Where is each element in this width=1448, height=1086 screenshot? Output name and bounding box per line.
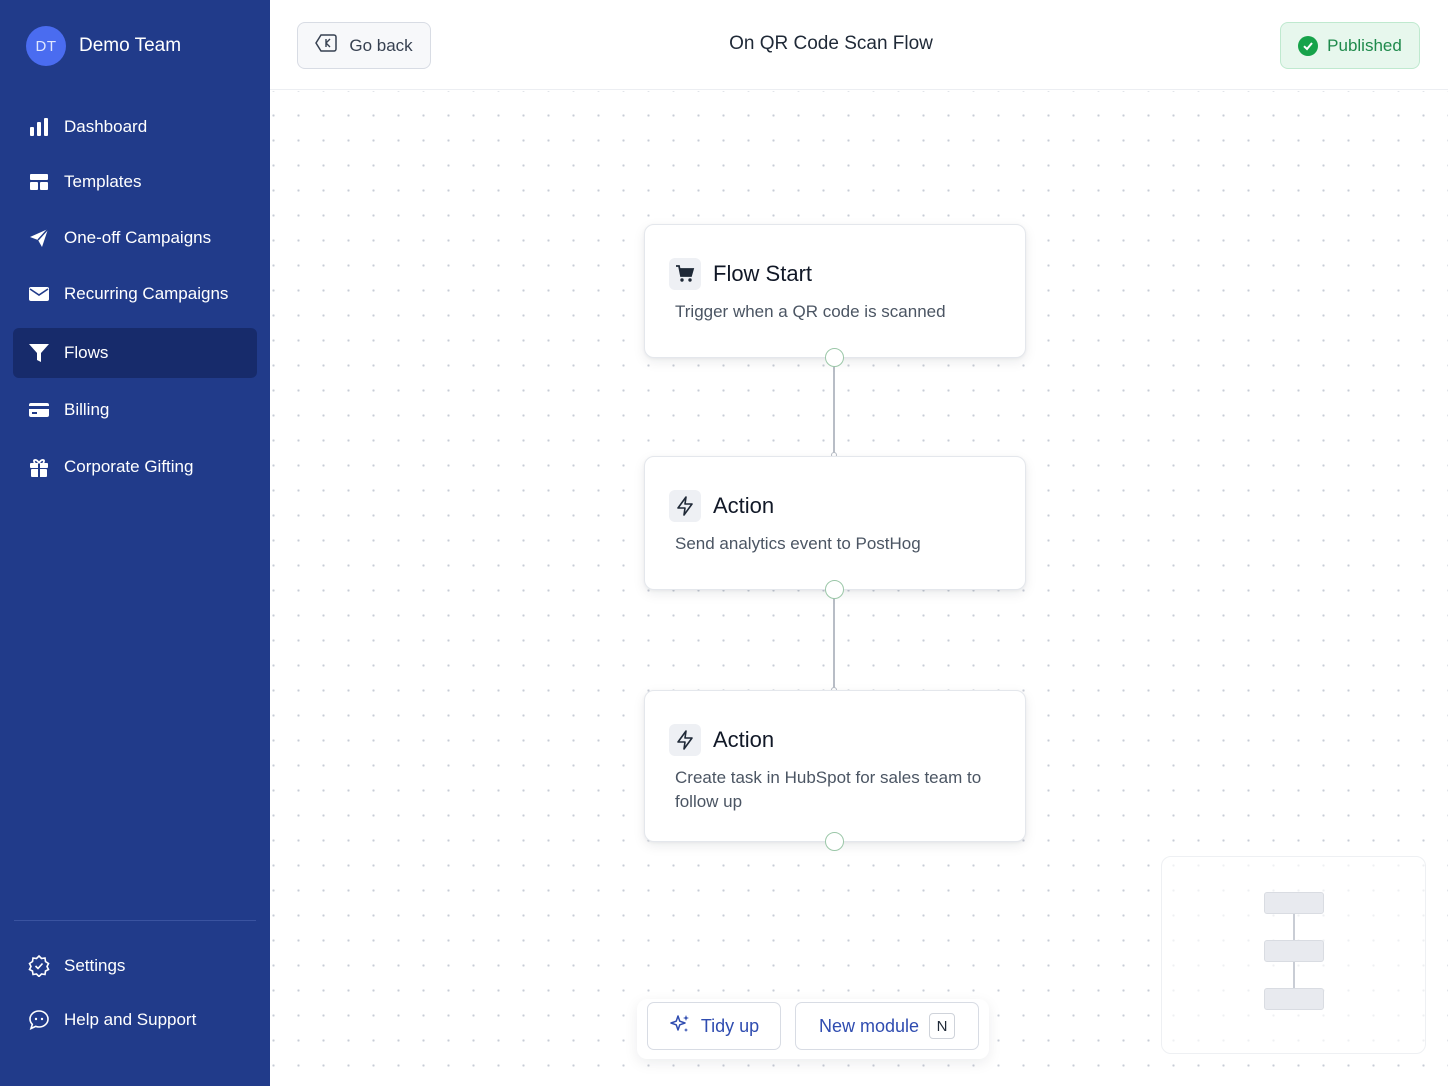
top-bar: Go back On QR Code Scan Flow Published: [270, 0, 1448, 90]
minimap-node: [1264, 940, 1324, 962]
node-output-handle[interactable]: [825, 832, 844, 851]
sidebar-item-label: Recurring Campaigns: [64, 284, 229, 303]
layout-icon: [28, 171, 50, 193]
minimap[interactable]: [1161, 856, 1426, 1054]
paper-plane-icon: [28, 227, 50, 249]
sidebar-item-label: Corporate Gifting: [64, 457, 194, 476]
sidebar-item-corporate-gifting[interactable]: Corporate Gifting: [13, 442, 257, 492]
status-label: Published: [1327, 35, 1402, 55]
node-connector: [833, 367, 835, 455]
sidebar-item-flows[interactable]: Flows: [13, 328, 257, 378]
credit-card-icon: [28, 399, 50, 421]
gear-badge-icon: [28, 955, 50, 977]
check-circle-icon: [1298, 35, 1319, 56]
sidebar-item-help-and-support[interactable]: Help and Support: [13, 995, 257, 1045]
flow-node-action[interactable]: Action Send analytics event to PostHog: [644, 456, 1026, 599]
tidy-up-label: Tidy up: [700, 1015, 760, 1036]
canvas-toolbar: Tidy up New module N: [637, 999, 989, 1059]
node-title: Action: [713, 727, 775, 752]
main-area: Go back On QR Code Scan Flow Published F…: [270, 0, 1448, 1086]
status-badge[interactable]: Published: [1280, 22, 1420, 69]
chat-bubble-icon: [28, 1009, 50, 1031]
node-header: Action: [669, 490, 774, 522]
lightning-icon: [669, 490, 701, 522]
node-output-handle[interactable]: [825, 348, 844, 367]
minimap-connector: [1293, 914, 1295, 940]
minimap-node: [1264, 988, 1324, 1010]
avatar: DT: [26, 26, 66, 66]
tidy-up-button[interactable]: Tidy up: [647, 1002, 781, 1050]
sidebar-item-templates[interactable]: Templates: [13, 157, 257, 207]
node-title: Action: [713, 493, 775, 518]
minimap-connector: [1293, 962, 1295, 988]
keyboard-shortcut: N: [929, 1013, 956, 1039]
gift-icon: [28, 456, 50, 478]
bar-chart-icon: [28, 116, 50, 138]
new-module-button[interactable]: New module N: [795, 1002, 979, 1050]
new-module-label: New module: [818, 1015, 920, 1036]
minimap-node: [1264, 892, 1324, 914]
funnel-icon: [28, 342, 50, 364]
team-switcher[interactable]: DT Demo Team: [26, 26, 181, 66]
cart-icon: [669, 258, 701, 290]
node-header: Flow Start: [669, 258, 812, 290]
lightning-icon: [669, 724, 701, 756]
team-name: Demo Team: [79, 35, 182, 56]
sidebar: DT Demo Team Dashboard Templates One-off…: [0, 0, 270, 1086]
node-title: Flow Start: [713, 261, 813, 286]
sidebar-item-recurring-campaigns[interactable]: Recurring Campaigns: [13, 269, 257, 319]
sidebar-item-label: Dashboard: [64, 117, 148, 136]
flow-node-start[interactable]: Flow Start Trigger when a QR code is sca…: [644, 224, 1026, 367]
flow-canvas[interactable]: Flow Start Trigger when a QR code is sca…: [270, 91, 1448, 1086]
sidebar-item-label: Flows: [64, 343, 109, 362]
node-connector: [833, 598, 835, 690]
node-output-handle[interactable]: [825, 580, 844, 599]
sidebar-item-dashboard[interactable]: Dashboard: [13, 102, 257, 152]
page-title: On QR Code Scan Flow: [729, 33, 933, 54]
sidebar-item-billing[interactable]: Billing: [13, 385, 257, 435]
sidebar-item-label: Settings: [64, 956, 126, 975]
flow-node-action[interactable]: Action Create task in HubSpot for sales …: [644, 690, 1026, 851]
sidebar-item-label: One-off Campaigns: [64, 228, 212, 247]
node-description: Create task in HubSpot for sales team to…: [675, 768, 982, 811]
sidebar-item-label: Help and Support: [64, 1010, 197, 1029]
sidebar-item-settings[interactable]: Settings: [13, 941, 257, 991]
sidebar-item-one-off-campaigns[interactable]: One-off Campaigns: [13, 213, 257, 263]
node-header: Action: [669, 724, 774, 756]
sparkles-icon: [669, 1013, 691, 1040]
envelope-icon: [28, 283, 50, 305]
sidebar-divider: [14, 920, 256, 921]
sidebar-item-label: Templates: [64, 172, 142, 191]
sidebar-item-label: Billing: [64, 400, 110, 419]
node-description: Trigger when a QR code is scanned: [675, 302, 946, 321]
node-description: Send analytics event to PostHog: [675, 534, 921, 553]
